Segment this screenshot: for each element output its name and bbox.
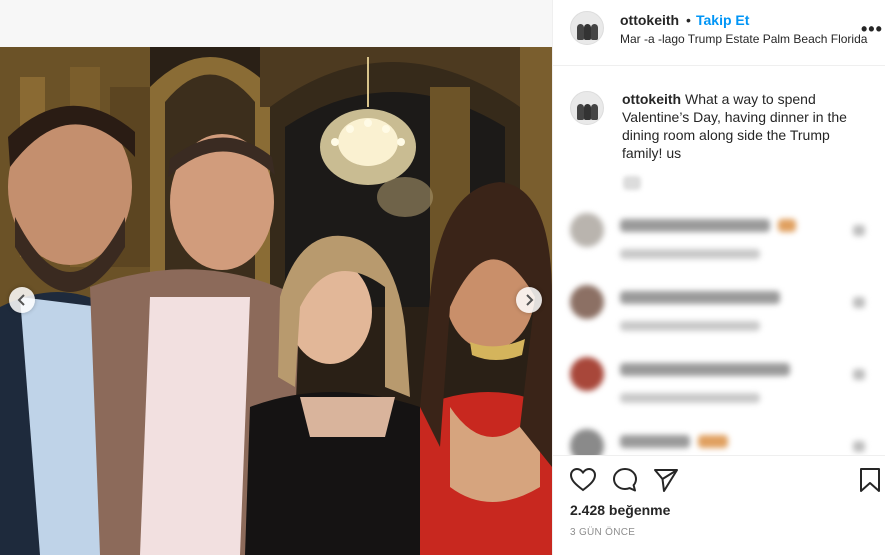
post-media	[0, 0, 552, 555]
heart-icon[interactable]	[569, 466, 597, 494]
bookmark-icon[interactable]	[856, 466, 884, 494]
list-item	[553, 349, 885, 419]
location-link[interactable]: Mar -a -lago Trump Estate Palm Beach Flo…	[620, 32, 867, 46]
post-header: ottokeith • Takip Et Mar -a -lago Trump …	[553, 0, 885, 66]
comment-icon[interactable]	[611, 466, 639, 494]
comments-list	[553, 205, 885, 455]
media-top-band	[0, 0, 552, 47]
avatar	[570, 429, 604, 455]
carousel-next-button[interactable]	[516, 287, 542, 313]
send-icon[interactable]	[652, 466, 680, 494]
follow-button[interactable]: Takip Et	[696, 12, 749, 28]
post-actions: 2.428 beğenme 3 GÜN ÖNCE	[553, 455, 885, 555]
chevron-right-icon	[526, 294, 534, 306]
heart-icon	[853, 369, 865, 380]
separator-dot: •	[686, 12, 691, 28]
avatar	[570, 357, 604, 391]
caption-translation-blur	[623, 176, 641, 190]
avatar	[570, 285, 604, 319]
heart-icon	[853, 225, 865, 236]
more-options-icon[interactable]: •••	[861, 19, 883, 40]
list-item	[553, 205, 885, 275]
caption-avatar[interactable]	[570, 91, 604, 125]
likes-count[interactable]: 2.428 beğenme	[570, 502, 670, 518]
caption-username[interactable]: ottokeith	[622, 91, 681, 107]
avatar[interactable]	[570, 11, 604, 45]
list-item	[553, 277, 885, 347]
post-side-panel: ottokeith • Takip Et Mar -a -lago Trump …	[552, 0, 885, 555]
chevron-left-icon	[17, 294, 25, 306]
heart-icon	[853, 297, 865, 308]
list-item	[553, 421, 885, 455]
post-timestamp[interactable]: 3 GÜN ÖNCE	[570, 527, 635, 538]
avatar	[570, 213, 604, 247]
header-username[interactable]: ottokeith	[620, 12, 679, 28]
post-caption: ottokeith What a way to spend Valentine’…	[622, 90, 858, 162]
heart-icon	[853, 441, 865, 452]
carousel-prev-button[interactable]	[9, 287, 35, 313]
post-photo[interactable]	[0, 47, 552, 555]
